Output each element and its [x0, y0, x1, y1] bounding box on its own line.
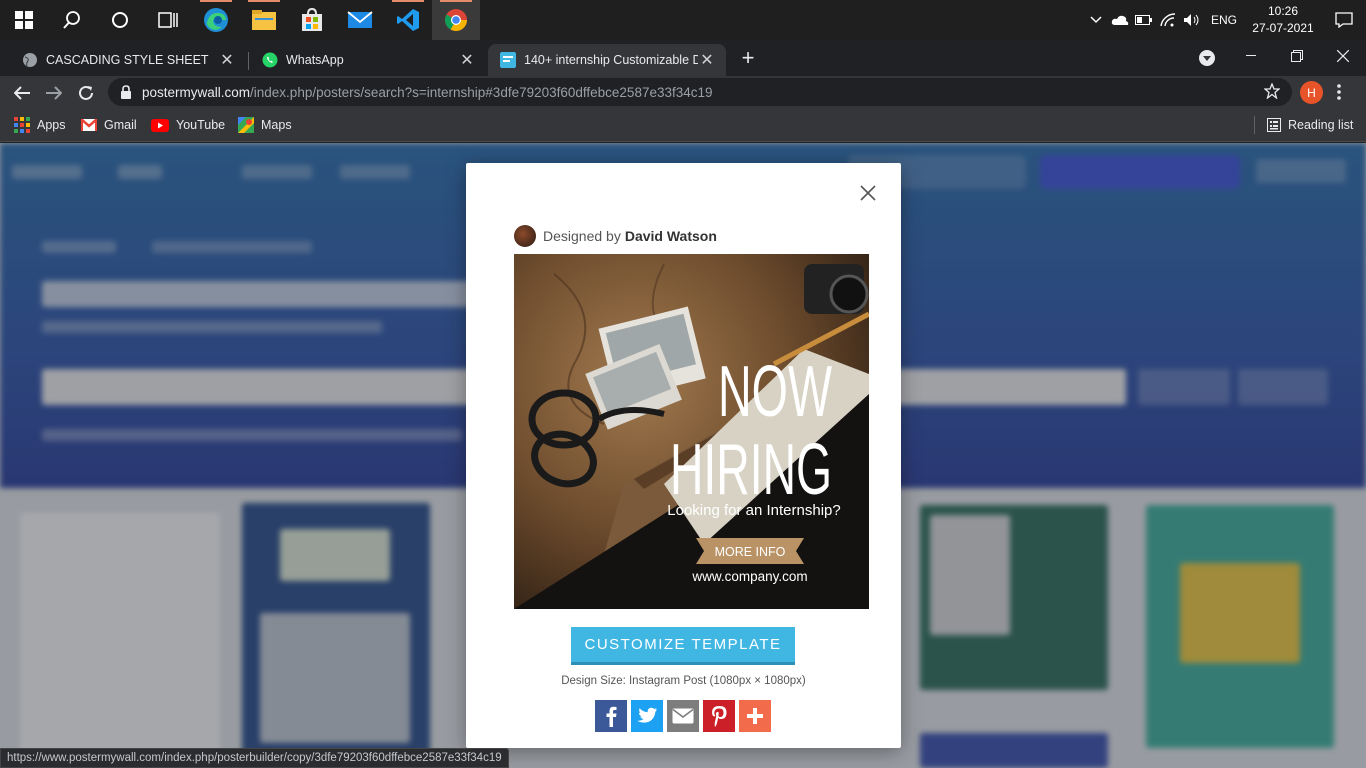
- url-text: postermywall.com/index.php/posters/searc…: [142, 85, 713, 100]
- bookmark-gmail[interactable]: Gmail: [81, 116, 137, 134]
- chevron-up-icon[interactable]: [1084, 0, 1108, 40]
- url-path: /index.php/posters/search?s=internship#3…: [250, 84, 713, 100]
- tab-title: CASCADING STYLE SHEET: [46, 53, 209, 67]
- design-size-label: Design Size: Instagram Post (1080px × 10…: [561, 675, 806, 687]
- customize-template-button[interactable]: CUSTOMIZE TEMPLATE: [571, 627, 795, 665]
- clock-date: 27-07-2021: [1252, 21, 1314, 35]
- tab-whatsapp[interactable]: WhatsApp ✕: [250, 44, 486, 76]
- status-url-bubble: https://www.postermywall.com/index.php/p…: [0, 748, 509, 768]
- back-button[interactable]: [9, 80, 35, 106]
- wifi-icon[interactable]: [1156, 0, 1180, 40]
- template-preview-modal: Designed by David Watson NOW HIRING Look…: [466, 163, 901, 748]
- apps-grid-icon: [14, 117, 30, 133]
- bookmarks-divider: [1254, 116, 1255, 134]
- address-bar[interactable]: postermywall.com/index.php/posters/searc…: [108, 78, 1292, 106]
- tab-title: WhatsApp: [286, 53, 344, 67]
- reading-list-icon: [1267, 118, 1281, 132]
- lock-icon[interactable]: [120, 85, 132, 99]
- gmail-icon: [81, 119, 97, 131]
- edge-icon[interactable]: [192, 0, 240, 40]
- tab-css[interactable]: CASCADING STYLE SHEET ✕: [10, 44, 246, 76]
- pinterest-share-button[interactable]: [703, 700, 735, 732]
- tab-search-icon[interactable]: [1199, 50, 1215, 66]
- url-host: postermywall.com: [142, 84, 251, 100]
- plus-icon: [747, 708, 763, 724]
- clock[interactable]: 10:26 27-07-2021: [1244, 3, 1322, 37]
- designed-by-label: Designed by: [543, 228, 621, 244]
- profile-avatar[interactable]: H: [1300, 81, 1323, 104]
- twitter-share-button[interactable]: [631, 700, 663, 732]
- bookmark-label: Gmail: [104, 118, 137, 132]
- bookmark-youtube[interactable]: YouTube: [151, 116, 225, 134]
- clock-time: 10:26: [1267, 4, 1299, 18]
- poster-preview[interactable]: NOW HIRING Looking for an Internship? MO…: [514, 254, 869, 609]
- designer-name[interactable]: David Watson: [625, 228, 717, 244]
- poster-headline-hiring: HIRING: [670, 430, 832, 510]
- reload-button[interactable]: [73, 80, 99, 106]
- poster-subline: Looking for an Internship?: [667, 502, 840, 519]
- minimize-button[interactable]: [1228, 40, 1274, 72]
- close-tab-icon[interactable]: ✕: [218, 51, 236, 69]
- postermywall-favicon-icon: [500, 52, 516, 68]
- whatsapp-icon: [262, 52, 278, 68]
- battery-icon[interactable]: [1132, 0, 1156, 40]
- menu-kebab-icon[interactable]: [1337, 84, 1341, 105]
- tab-title: 140+ internship Customizable De: [524, 53, 698, 67]
- bookmark-label: Maps: [261, 118, 292, 132]
- windows-taskbar: ENG 10:26 27-07-2021: [0, 0, 1366, 40]
- onedrive-icon[interactable]: [1108, 0, 1132, 40]
- tab-divider: [248, 52, 249, 70]
- file-explorer-icon[interactable]: [240, 0, 288, 40]
- browser-toolbar: postermywall.com/index.php/posters/searc…: [0, 76, 1366, 108]
- email-share-button[interactable]: [667, 700, 699, 732]
- designer-avatar[interactable]: [514, 225, 536, 247]
- poster-website: www.company.com: [691, 569, 807, 584]
- bookmark-star-icon[interactable]: [1263, 82, 1281, 102]
- twitter-icon: [637, 707, 657, 723]
- tab-strip: CASCADING STYLE SHEET ✕ WhatsApp ✕ 140+ …: [0, 40, 1366, 76]
- facebook-share-button[interactable]: [595, 700, 627, 732]
- bookmarks-bar: Apps Gmail YouTube Maps Reading list: [0, 108, 1366, 142]
- start-button[interactable]: [0, 0, 48, 40]
- close-tab-icon[interactable]: ✕: [698, 51, 716, 69]
- language-indicator[interactable]: ENG: [1204, 13, 1244, 27]
- volume-icon[interactable]: [1180, 0, 1204, 40]
- bookmark-label: Apps: [37, 118, 66, 132]
- vscode-icon[interactable]: [384, 0, 432, 40]
- system-tray: ENG 10:26 27-07-2021: [1084, 0, 1366, 40]
- cortana-icon[interactable]: [96, 0, 144, 40]
- task-view-icon[interactable]: [144, 0, 192, 40]
- notification-icon[interactable]: [1322, 0, 1366, 40]
- pinterest-icon: [712, 706, 727, 727]
- youtube-icon: [151, 118, 169, 132]
- new-tab-button[interactable]: +: [737, 45, 759, 70]
- maps-icon: [238, 117, 254, 133]
- share-buttons: [595, 700, 775, 732]
- restore-button[interactable]: [1274, 40, 1320, 72]
- forward-button[interactable]: [41, 80, 67, 106]
- close-window-button[interactable]: [1320, 40, 1366, 72]
- globe-icon: [23, 53, 37, 67]
- poster-cta: MORE INFO: [715, 545, 786, 559]
- search-icon[interactable]: [48, 0, 96, 40]
- bookmark-apps[interactable]: Apps: [14, 116, 66, 134]
- designer-credit: Designed by David Watson: [514, 225, 717, 247]
- close-modal-button[interactable]: [854, 179, 882, 207]
- chrome-icon[interactable]: [432, 0, 480, 40]
- reading-list-label: Reading list: [1288, 118, 1354, 132]
- close-icon: [860, 185, 876, 201]
- close-tab-icon[interactable]: ✕: [458, 51, 476, 69]
- poster-artwork: NOW HIRING Looking for an Internship? MO…: [514, 254, 869, 609]
- facebook-icon: [606, 706, 617, 727]
- poster-headline-now: NOW: [718, 352, 832, 432]
- bookmark-label: YouTube: [176, 118, 226, 132]
- bookmark-maps[interactable]: Maps: [238, 116, 292, 134]
- more-share-button[interactable]: [739, 700, 771, 732]
- reading-list-button[interactable]: Reading list: [1267, 116, 1353, 134]
- store-icon[interactable]: [288, 0, 336, 40]
- email-icon: [672, 708, 694, 724]
- tab-postermywall[interactable]: 140+ internship Customizable De ✕: [488, 44, 726, 76]
- mail-icon[interactable]: [336, 0, 384, 40]
